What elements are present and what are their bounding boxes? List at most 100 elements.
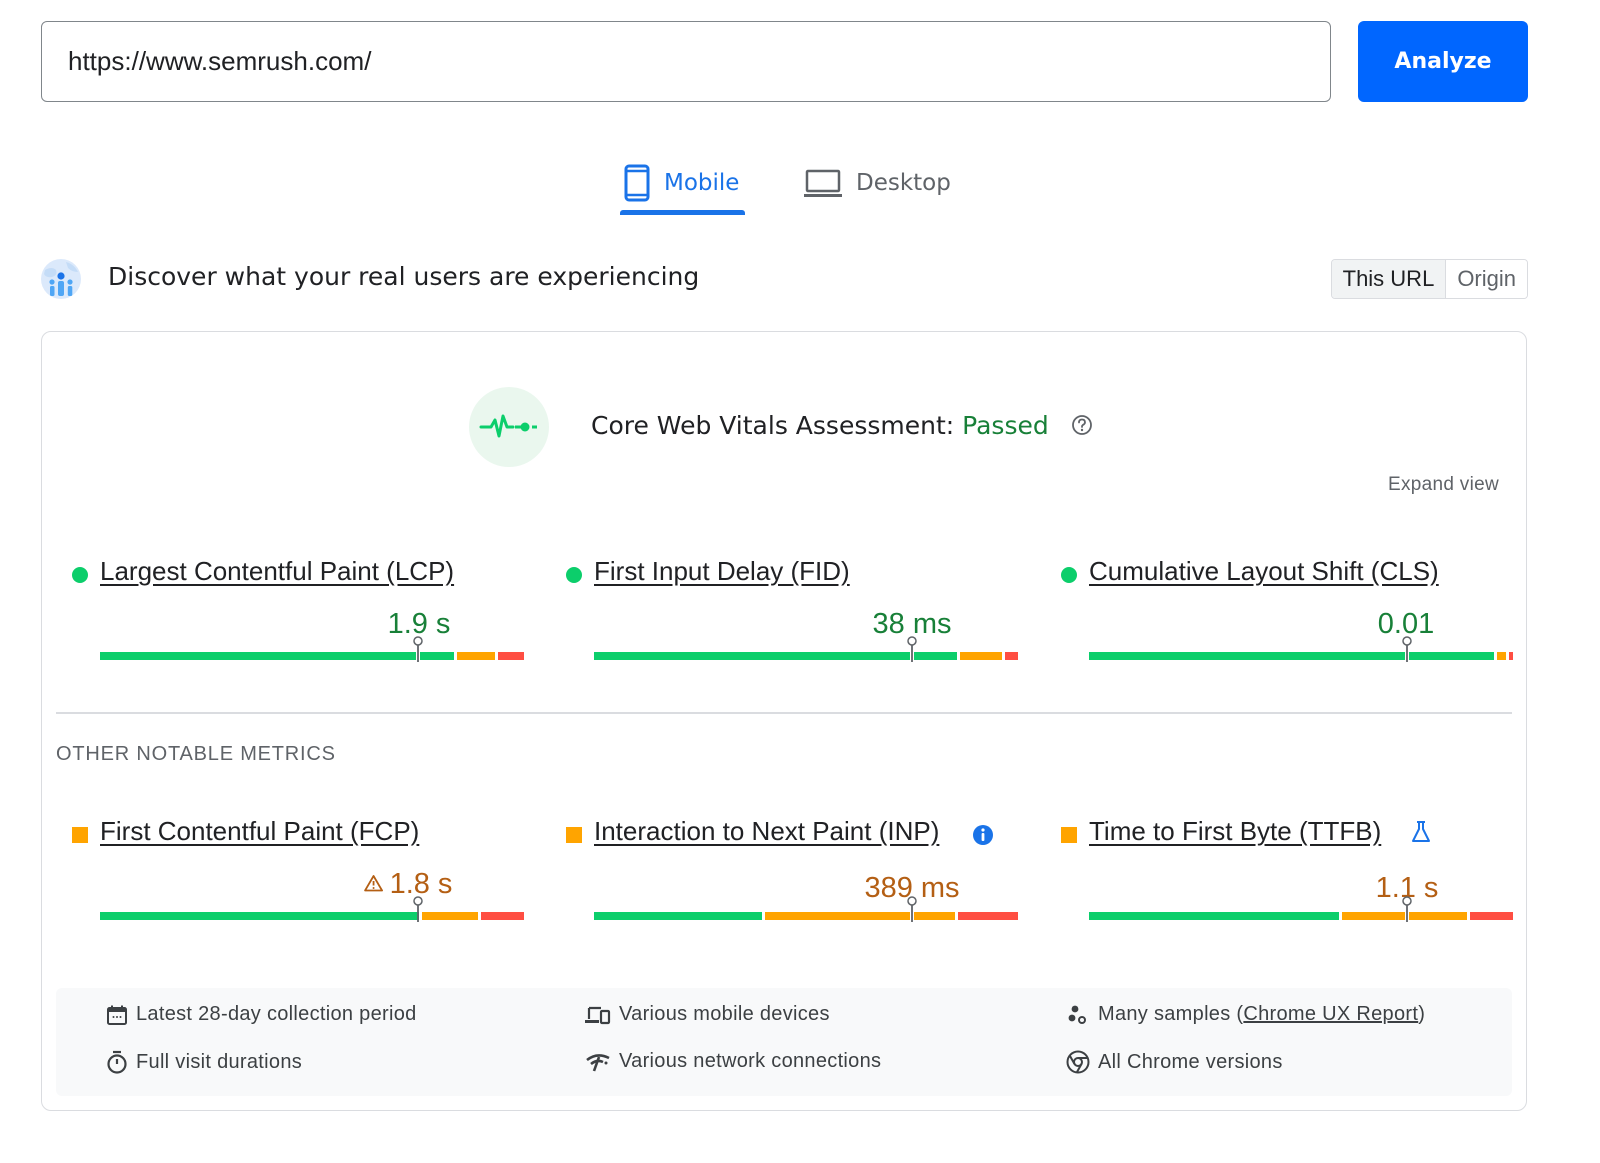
metric-name-link[interactable]: Largest Contentful Paint (LCP): [100, 556, 454, 587]
metric-value-wrap: 1.8 s: [364, 868, 452, 901]
info-text-suffix: ): [1418, 1003, 1426, 1025]
info-text: Many samples (: [1098, 1003, 1244, 1025]
info-text: Latest 28-day collection period: [136, 1003, 417, 1025]
section-divider: [56, 712, 1512, 714]
metric-name-link[interactable]: Time to First Byte (TTFB): [1089, 816, 1381, 847]
good-segment: [1409, 652, 1495, 660]
stopwatch-icon: [107, 1050, 127, 1074]
metric-fid: First Input Delay (FID) 38 ms: [566, 552, 1018, 672]
info-text: Various network connections: [619, 1050, 882, 1072]
p75-marker-icon: [413, 896, 423, 922]
tab-mobile[interactable]: Mobile: [624, 150, 739, 216]
metric-name-link[interactable]: First Input Delay (FID): [594, 556, 850, 587]
distribution-bar: [1089, 636, 1513, 662]
p75-marker-icon: [1402, 636, 1412, 662]
metric-name-link[interactable]: Interaction to Next Paint (INP): [594, 816, 939, 847]
distribution-bar: [594, 636, 1018, 662]
good-segment: [594, 912, 763, 920]
distribution-bar: [100, 636, 524, 662]
needs-improvement-segment: [1497, 652, 1506, 660]
poor-segment: [480, 912, 524, 920]
active-tab-indicator: [620, 210, 745, 215]
metric-fcp: First Contentful Paint (FCP) 1.8 s: [72, 812, 524, 932]
info-visit-durations: Full visit durations: [106, 1050, 302, 1074]
distribution-bar: [594, 896, 1018, 922]
field-data-card: Core Web Vitals Assessment: Passed Expan…: [41, 331, 1527, 1111]
devices-icon: [585, 1006, 611, 1024]
calendar-icon: [107, 1005, 127, 1025]
needs-improvement-segment: [960, 652, 1003, 660]
poor-segment: [1469, 912, 1513, 920]
analyze-button[interactable]: Analyze: [1358, 21, 1528, 102]
poor-segment: [498, 652, 524, 660]
toggle-this-url[interactable]: This URL: [1331, 260, 1447, 298]
info-devices: Various mobile devices: [585, 1003, 830, 1026]
tab-mobile-label: Mobile: [664, 170, 740, 196]
chrome-icon: [1066, 1050, 1090, 1074]
distribution-bar: [1089, 896, 1513, 922]
good-status-dot: [1061, 567, 1077, 583]
info-samples: Many samples (Chrome UX Report): [1066, 1003, 1425, 1026]
chrome-ux-report-link[interactable]: Chrome UX Report: [1243, 1003, 1418, 1026]
good-segment: [100, 912, 419, 920]
smartphone-icon: [624, 164, 650, 202]
help-circle-icon[interactable]: [1071, 414, 1093, 436]
p75-marker-icon: [907, 896, 917, 922]
real-users-icon: [41, 259, 81, 299]
data-info-panel: Latest 28-day collection period Various …: [56, 988, 1512, 1096]
tab-desktop[interactable]: Desktop: [804, 150, 951, 216]
good-segment: [1089, 652, 1405, 660]
info-text: Various mobile devices: [619, 1003, 830, 1025]
url-origin-toggle: This URL Origin: [1330, 259, 1528, 299]
flask-icon[interactable]: [1411, 820, 1431, 844]
needs-improvement-square: [566, 827, 582, 843]
assessment-status: Passed: [962, 411, 1049, 440]
good-segment: [914, 652, 958, 660]
good-segment: [594, 652, 910, 660]
laptop-icon: [804, 169, 842, 197]
poor-segment: [957, 912, 1018, 920]
good-segment: [1089, 912, 1339, 920]
poor-segment: [1005, 652, 1018, 660]
tab-desktop-label: Desktop: [856, 170, 951, 196]
needs-improvement-square: [72, 827, 88, 843]
good-segment: [420, 652, 455, 660]
needs-improvement-segment: [914, 912, 955, 920]
metric-inp: Interaction to Next Paint (INP) 389 ms: [566, 812, 1018, 932]
info-network: Various network connections: [585, 1050, 881, 1073]
needs-improvement-segment: [421, 912, 478, 920]
p75-marker-icon: [1402, 896, 1412, 922]
warning-triangle-icon: [364, 875, 383, 892]
field-data-title: Discover what your real users are experi…: [108, 262, 700, 291]
assessment-label: Core Web Vitals Assessment:: [591, 411, 963, 440]
device-tabs: Mobile Desktop: [0, 150, 1600, 216]
needs-improvement-segment: [1409, 912, 1467, 920]
metric-name-link[interactable]: Cumulative Layout Shift (CLS): [1089, 556, 1439, 587]
url-input[interactable]: [41, 21, 1331, 102]
toggle-origin[interactable]: Origin: [1446, 260, 1527, 298]
metric-cls: Cumulative Layout Shift (CLS) 0.01: [1061, 552, 1513, 672]
good-status-dot: [72, 567, 88, 583]
samples-icon: [1068, 1005, 1086, 1024]
network-icon: [586, 1053, 610, 1071]
needs-improvement-segment: [1341, 912, 1405, 920]
metric-name-link[interactable]: First Contentful Paint (FCP): [100, 816, 419, 847]
heartbeat-icon: [479, 414, 537, 438]
good-segment: [100, 652, 416, 660]
assessment-badge: [469, 387, 549, 467]
info-text: Full visit durations: [136, 1050, 303, 1073]
needs-improvement-segment: [765, 912, 910, 920]
distribution-bar: [100, 896, 524, 922]
field-data-header: Discover what your real users are experi…: [40, 256, 1530, 304]
expand-view-button[interactable]: Expand view: [1388, 474, 1499, 496]
poor-segment: [1508, 652, 1513, 660]
info-chrome-versions: All Chrome versions: [1066, 1050, 1283, 1074]
needs-improvement-square: [1061, 827, 1077, 843]
cwv-assessment: Core Web Vitals Assessment: Passed: [469, 387, 1129, 467]
other-metrics-heading: OTHER NOTABLE METRICS: [56, 743, 336, 765]
p75-marker-icon: [907, 636, 917, 662]
info-collection-period: Latest 28-day collection period: [106, 1003, 417, 1026]
metric-ttfb: Time to First Byte (TTFB) 1.1 s: [1061, 812, 1513, 932]
info-icon[interactable]: [972, 824, 994, 846]
needs-improvement-segment: [457, 652, 496, 660]
